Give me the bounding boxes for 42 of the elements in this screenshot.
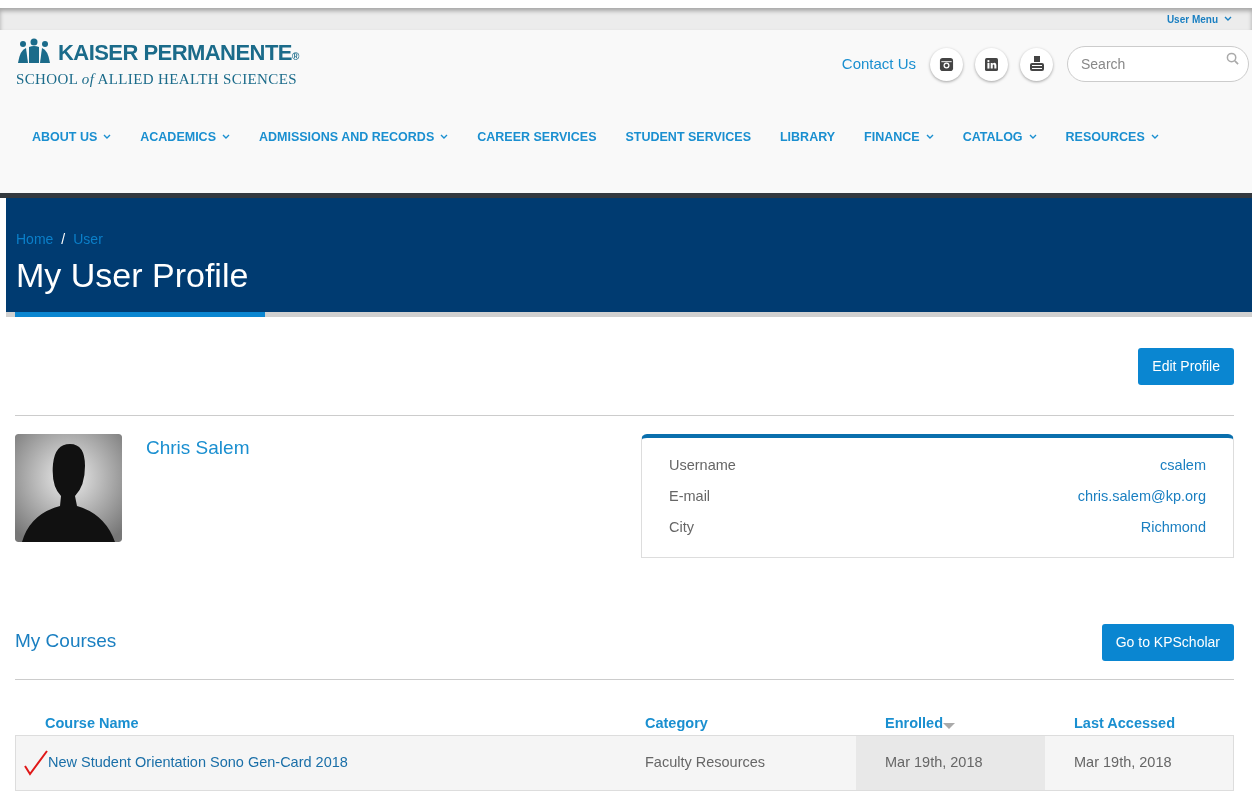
edit-profile-button[interactable]: Edit Profile [1138,348,1234,385]
logo-subtitle: SCHOOL of ALLIED HEALTH SCIENCES [16,70,298,89]
table-cell-text: Mar 19th, 2018 [1074,753,1172,773]
contact-link[interactable]: Contact Us [841,52,916,76]
column-header[interactable]: Course Name [45,713,139,735]
logo-icon [16,38,52,64]
table-cell-text: Mar 19th, 2018 [885,753,983,773]
column-header[interactable]: Enrolled [885,713,955,735]
field-value: csalem [1160,456,1206,475]
column-header[interactable]: Category [645,713,708,735]
breadcrumb-separator: / [61,230,66,249]
nav-item[interactable]: FINANCE [864,127,934,147]
nav-item[interactable]: STUDENT SERVICES [625,127,751,147]
table-cell-text: Faculty Resources [645,753,766,773]
nav-item[interactable]: LIBRARY [780,127,836,147]
section-title: My Courses [15,628,117,653]
nav-item[interactable]: CAREER SERVICES [477,127,597,147]
logo-name: KAISER PERMANENTE® [58,42,299,64]
kpscholar-button[interactable]: Go to KPScholar [1101,624,1234,661]
sort-icon [943,723,955,729]
chevron-down-icon [1224,16,1232,22]
search-icon [1226,52,1239,65]
column-header[interactable]: Last Accessed [1074,713,1176,735]
profile-name[interactable]: Chris Salem [146,434,250,463]
nav-item[interactable]: ADMISSIONS AND RECORDS [259,127,449,147]
user-menu-link[interactable]: User Menu [1166,11,1232,27]
breadcrumb-link[interactable]: Home [16,229,54,250]
nav-item[interactable]: ACADEMICS [140,127,230,147]
field-label: City [669,517,694,537]
field-value: chris.salem@kp.org [1077,486,1206,506]
search-field[interactable]: Search [1067,46,1249,82]
breadcrumb-link[interactable]: User [73,229,103,250]
nav-item[interactable]: ABOUT US [32,127,112,147]
nav-item[interactable]: CATALOG [962,127,1037,147]
nav-item[interactable]: RESOURCES [1065,127,1159,147]
course-link[interactable]: New Student Orientation Sono Gen-Card 2018 [48,752,348,774]
linkedin-icon[interactable] [975,47,1008,81]
field-label: Username [669,456,736,475]
field-value: Richmond [1140,517,1206,537]
instagram-icon[interactable] [930,47,963,81]
page-title: My User Profile [16,258,250,292]
field-label: E-mail [669,486,711,506]
